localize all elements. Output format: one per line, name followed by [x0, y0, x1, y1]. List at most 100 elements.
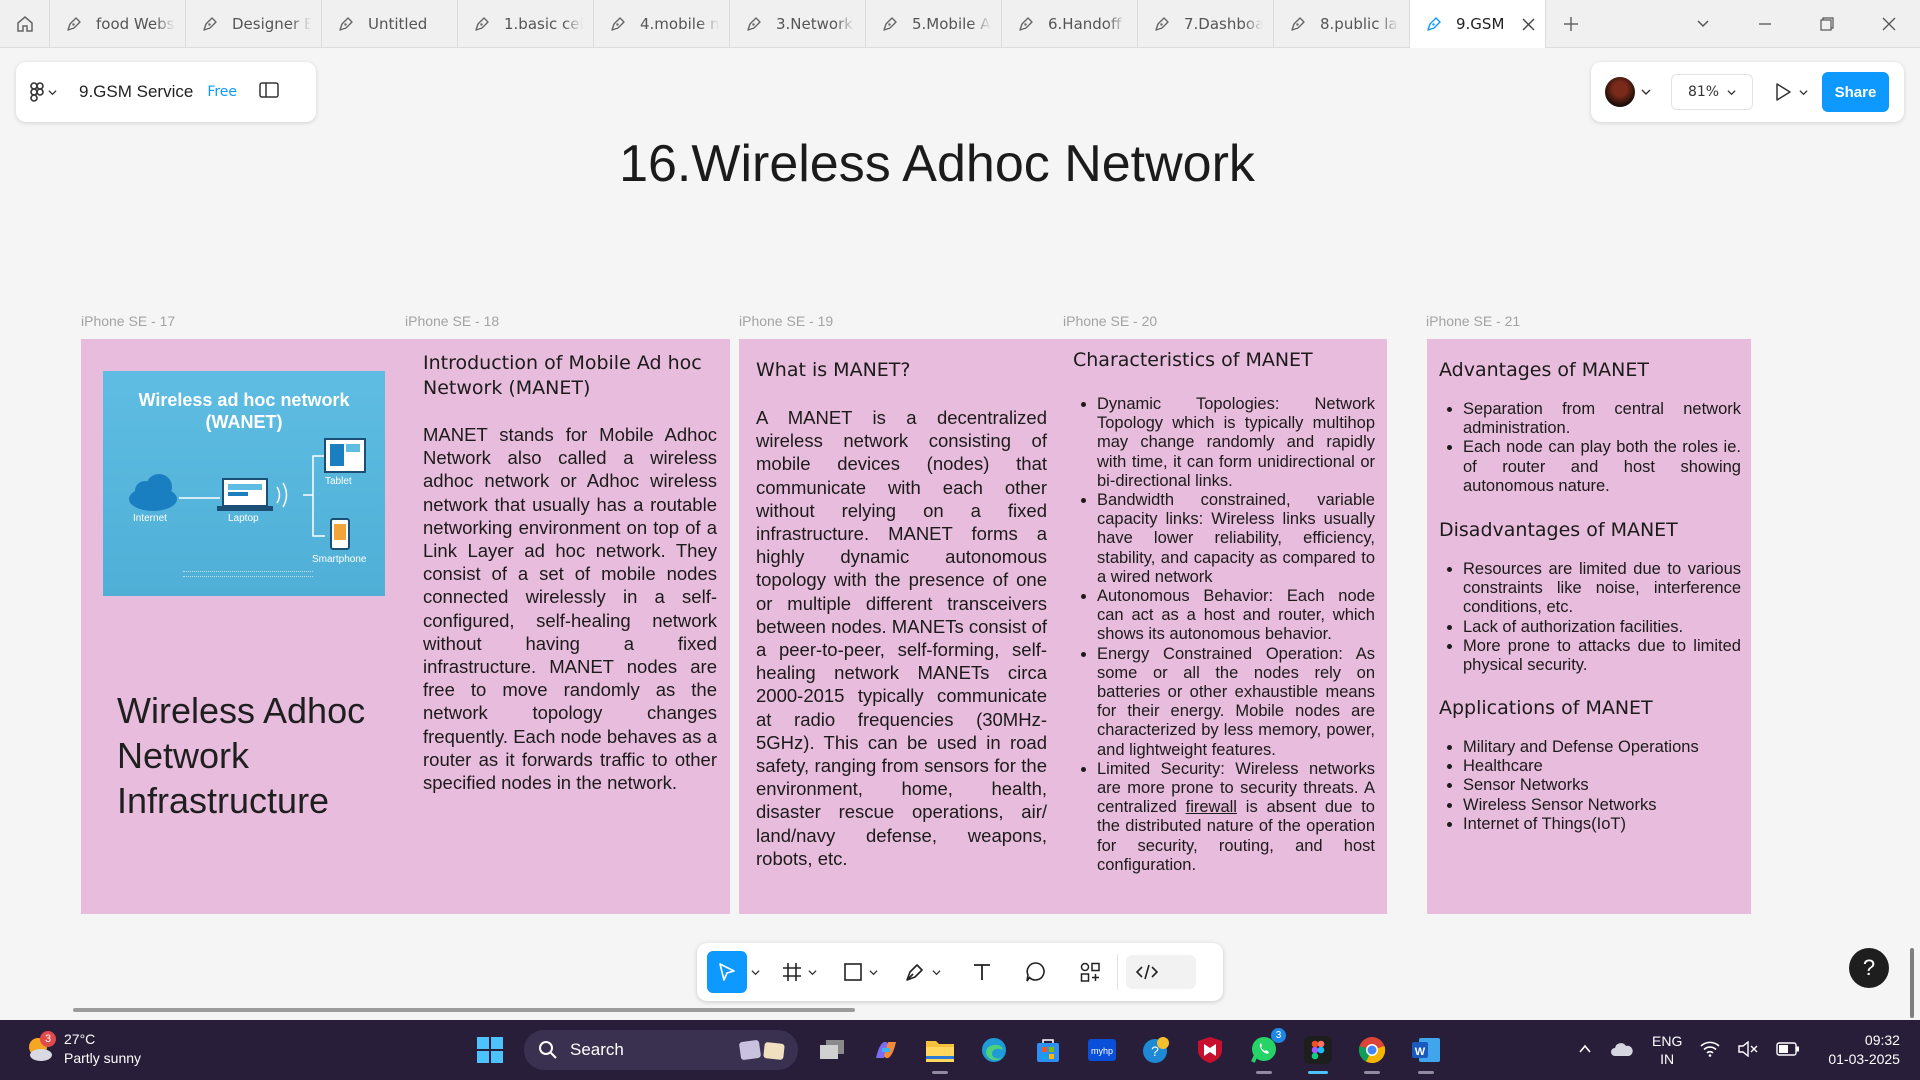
edge-button[interactable]	[974, 1030, 1014, 1070]
horizontal-scrollbar[interactable]	[73, 1008, 855, 1012]
zoom-dropdown[interactable]: 81%	[1671, 74, 1753, 110]
battery-button[interactable]	[1776, 1041, 1800, 1059]
list-item: Autonomous Behavior: Each node can act a…	[1097, 587, 1375, 645]
browser-tab[interactable]: 1.basic cellu	[458, 0, 594, 47]
advantages-list[interactable]: Separation from central network administ…	[1439, 400, 1741, 496]
file-explorer-button[interactable]	[920, 1030, 960, 1074]
frame-18-heading[interactable]: Introduction of Mobile Ad hoc Network (M…	[423, 351, 717, 401]
browser-tab[interactable]: 3.Network c	[730, 0, 866, 47]
copilot-button[interactable]	[866, 1030, 906, 1070]
minimize-button[interactable]	[1734, 0, 1796, 48]
shape-tool-button[interactable]	[843, 951, 878, 993]
text-tool-button[interactable]	[967, 951, 997, 993]
tablet-icon	[324, 438, 366, 473]
browser-tab[interactable]: 9.GSM	[1410, 0, 1546, 49]
clock[interactable]: 09:32 01-03-2025	[1828, 1031, 1900, 1069]
tabs-dropdown-button[interactable]	[1672, 0, 1734, 48]
running-indicator	[1256, 1071, 1272, 1074]
figma-app-button[interactable]	[1298, 1030, 1338, 1074]
onedrive-button[interactable]	[1610, 1041, 1634, 1060]
frame-tool-button[interactable]	[782, 951, 817, 993]
disadvantages-list[interactable]: Resources are limited due to various con…	[1439, 560, 1741, 675]
chevron-down-icon	[1697, 20, 1709, 28]
chevron-down-icon	[808, 969, 817, 975]
advantages-heading[interactable]: Advantages of MANET	[1439, 358, 1739, 383]
main-menu-button[interactable]	[30, 82, 57, 102]
browser-tab[interactable]: Untitled	[322, 0, 458, 47]
actions-tool-button[interactable]	[1075, 951, 1105, 993]
close-window-button[interactable]	[1858, 0, 1920, 48]
frame-17-heading[interactable]: Wireless Adhoc Network Infrastructure	[117, 688, 365, 823]
frame-19-heading[interactable]: What is MANET?	[756, 358, 1046, 383]
minimize-icon	[1759, 23, 1771, 25]
browser-tab[interactable]: food Websi	[50, 0, 186, 47]
home-button[interactable]	[0, 0, 50, 47]
lang-line1: ENG	[1652, 1033, 1683, 1049]
pen-tool-button[interactable]	[904, 951, 941, 993]
fine-print-decoration	[183, 571, 313, 577]
present-button[interactable]	[1775, 83, 1808, 101]
browser-tab[interactable]: 7.Dashboarc	[1138, 0, 1274, 47]
copilot-icon	[876, 1041, 896, 1059]
applications-list[interactable]: Military and Defense Operations Healthca…	[1439, 738, 1741, 834]
frame-19-body[interactable]: A MANET is a decentralized wireless netw…	[756, 406, 1047, 870]
chevron-down-icon[interactable]	[751, 968, 760, 977]
language-indicator[interactable]: ENG IN	[1652, 1032, 1682, 1068]
move-tool-button[interactable]	[707, 951, 747, 993]
close-tab-icon[interactable]	[1522, 18, 1535, 31]
browser-tab[interactable]: 4.mobile ne	[594, 0, 730, 47]
browser-tab[interactable]: 6.Handoff ir	[1002, 0, 1138, 47]
frame-label-18[interactable]: iPhone SE - 18	[405, 313, 499, 329]
chevron-down-icon[interactable]	[1641, 87, 1651, 97]
plan-badge[interactable]: Free	[207, 84, 237, 100]
disadvantages-heading[interactable]: Disadvantages of MANET	[1439, 518, 1739, 543]
show-hidden-icons-button[interactable]	[1578, 1042, 1592, 1059]
wifi-button[interactable]	[1700, 1041, 1720, 1060]
tab-label: 5.Mobile Ap	[912, 14, 991, 33]
volume-button[interactable]	[1738, 1040, 1758, 1060]
browser-tab[interactable]: Designer Bl	[186, 0, 322, 47]
hp-app-button[interactable]: myhp	[1082, 1030, 1122, 1070]
comment-tool-button[interactable]	[1021, 951, 1051, 993]
frame-18-body[interactable]: MANET stands for Mobile Adhoc Network al…	[423, 423, 717, 794]
firewall-link[interactable]: firewall	[1186, 798, 1237, 816]
taskbar-search[interactable]: Search	[524, 1030, 798, 1070]
characteristics-list[interactable]: Dynamic Topologies: Network Topology whi…	[1073, 395, 1375, 875]
mcafee-button[interactable]	[1190, 1030, 1230, 1070]
frame-label-19[interactable]: iPhone SE - 19	[739, 313, 833, 329]
tab-label: 8.public lan	[1320, 14, 1399, 33]
restore-button[interactable]	[1796, 0, 1858, 48]
new-tab-button[interactable]	[1546, 0, 1596, 47]
avatar[interactable]	[1605, 77, 1635, 107]
task-view-button[interactable]	[812, 1030, 852, 1070]
hp-app-icon: myhp	[1088, 1039, 1116, 1061]
store-button[interactable]	[1028, 1030, 1068, 1070]
frame-label-20[interactable]: iPhone SE - 20	[1063, 313, 1157, 329]
design-canvas[interactable]: 9.GSM Service Free 81% Share 16.Wireless…	[0, 48, 1920, 1020]
frame-label-17[interactable]: iPhone SE - 17	[81, 313, 175, 329]
smartphone-icon	[330, 518, 350, 550]
file-name[interactable]: 9.GSM Service	[79, 82, 193, 102]
frame-20-heading[interactable]: Characteristics of MANET	[1073, 348, 1373, 373]
applications-heading[interactable]: Applications of MANET	[1439, 696, 1739, 721]
browser-tab[interactable]: 5.Mobile Ap	[866, 0, 1002, 47]
word-button[interactable]: W	[1406, 1030, 1446, 1074]
pen-file-icon	[67, 16, 81, 31]
dev-mode-toggle[interactable]	[1126, 955, 1196, 989]
help-button[interactable]: ?	[1849, 948, 1889, 988]
cloud-icon	[1611, 1042, 1633, 1056]
whatsapp-button[interactable]: 3	[1244, 1028, 1286, 1074]
frame-label-21[interactable]: iPhone SE - 21	[1426, 313, 1520, 329]
share-button[interactable]: Share	[1822, 72, 1889, 112]
sidebar-toggle-button[interactable]	[259, 82, 279, 102]
page-title[interactable]: 16.Wireless Adhoc Network	[0, 134, 1874, 194]
browser-tab[interactable]: 8.public lan	[1274, 0, 1410, 47]
weather-widget[interactable]: 3 27°C Partly sunny	[24, 1030, 141, 1068]
running-indicator	[932, 1071, 948, 1074]
wanet-diagram-image[interactable]: Wireless ad hoc network (WANET) Internet…	[103, 371, 385, 596]
search-label: Search	[570, 1040, 624, 1059]
help-app-button[interactable]: ?	[1136, 1030, 1176, 1070]
chrome-button[interactable]	[1352, 1030, 1392, 1074]
start-button[interactable]	[470, 1030, 510, 1070]
vertical-scrollbar[interactable]	[1910, 948, 1914, 1018]
